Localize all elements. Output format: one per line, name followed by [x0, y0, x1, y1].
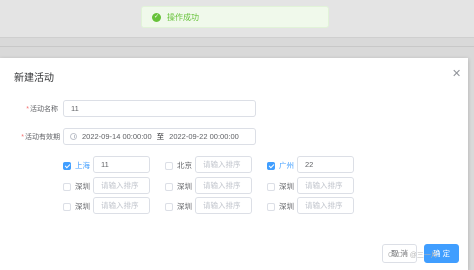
activity-name-label: *活动名称 — [26, 106, 58, 113]
city-label-shenzhen: 深圳 — [75, 202, 90, 211]
activity-period-label: *活动有效期 — [21, 134, 60, 141]
checkbox-guangzhou[interactable] — [267, 162, 275, 170]
watermark: CSDN @三一片 — [388, 252, 438, 259]
sort-input-shenzhen[interactable]: 请输入排序 — [195, 177, 252, 194]
success-toast: ✓ 操作成功 — [141, 6, 329, 28]
checkbox-shenzhen[interactable] — [165, 183, 173, 191]
success-check-icon: ✓ — [152, 12, 161, 22]
checkbox-shenzhen[interactable] — [165, 203, 173, 211]
dialog-title: 新建活动 — [14, 73, 54, 84]
sort-input-beijing[interactable]: 请输入排序 — [195, 156, 252, 173]
sort-input-shenzhen[interactable]: 请输入排序 — [297, 197, 354, 214]
close-icon[interactable]: ✕ — [452, 67, 461, 80]
sort-input-shenzhen[interactable]: 请输入排序 — [297, 177, 354, 194]
required-asterisk: * — [26, 106, 29, 113]
city-label-shenzhen: 深圳 — [177, 202, 192, 211]
start-date-input[interactable]: 2022-09-14 00:00:00 — [82, 132, 152, 141]
checkbox-shenzhen[interactable] — [267, 203, 275, 211]
end-date-input[interactable]: 2022-09-22 00:00:00 — [169, 132, 239, 141]
sort-input-shenzhen[interactable]: 请输入排序 — [195, 197, 252, 214]
clock-icon — [70, 133, 77, 140]
checkbox-beijing[interactable] — [165, 162, 173, 170]
required-asterisk: * — [21, 134, 24, 141]
city-label-shenzhen: 深圳 — [75, 182, 90, 191]
city-label-shenzhen: 深圳 — [279, 182, 294, 191]
checkbox-shanghai[interactable] — [63, 162, 71, 170]
new-activity-dialog: 新建活动 ✕ *活动名称 11 *活动有效期 2022-09-14 00:00:… — [0, 58, 468, 270]
activity-name-input[interactable]: 11 — [63, 100, 256, 117]
sort-input-shanghai[interactable]: 11 — [93, 156, 150, 173]
sort-input-guangzhou[interactable]: 22 — [297, 156, 354, 173]
city-label-beijing: 北京 — [177, 161, 192, 170]
sort-input-shenzhen[interactable]: 请输入排序 — [93, 197, 150, 214]
date-separator: 至 — [156, 132, 165, 141]
city-label-shenzhen: 深圳 — [177, 182, 192, 191]
city-label-shenzhen: 深圳 — [279, 202, 294, 211]
checkbox-shenzhen[interactable] — [267, 183, 275, 191]
sort-input-shenzhen[interactable]: 请输入排序 — [93, 177, 150, 194]
checkbox-shenzhen[interactable] — [63, 183, 71, 191]
date-range-picker[interactable]: 2022-09-14 00:00:00 至 2022-09-22 00:00:0… — [63, 128, 256, 145]
city-label-guangzhou: 广州 — [279, 161, 294, 170]
city-label-shanghai: 上海 — [75, 161, 90, 170]
checkbox-shenzhen[interactable] — [63, 203, 71, 211]
background-divider — [0, 46, 474, 47]
toast-message: 操作成功 — [167, 12, 199, 22]
